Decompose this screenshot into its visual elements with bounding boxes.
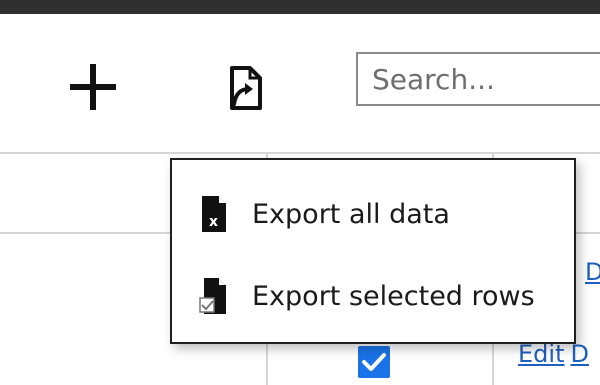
menu-item-label: Export selected rows xyxy=(252,280,535,312)
add-button[interactable] xyxy=(62,56,124,118)
export-button[interactable] xyxy=(218,62,272,116)
delete-link[interactable]: D xyxy=(570,340,588,368)
row-select-checkbox[interactable] xyxy=(358,346,390,378)
toolbar xyxy=(0,14,600,154)
checkmark-icon xyxy=(362,353,386,371)
table-header-top-border xyxy=(0,152,600,154)
svg-text:x: x xyxy=(209,214,218,230)
table-row: D xyxy=(585,258,600,286)
table-row: Edit D xyxy=(518,340,595,368)
export-selected-rows-item[interactable]: Export selected rows xyxy=(172,266,574,326)
edit-link[interactable]: Edit xyxy=(518,340,564,368)
export-file-icon xyxy=(230,66,262,110)
file-checked-icon xyxy=(199,278,226,314)
export-all-data-item[interactable]: x Export all data xyxy=(172,184,574,244)
search-input[interactable] xyxy=(356,52,600,106)
delete-link[interactable]: D xyxy=(585,258,600,286)
window-top-bar xyxy=(0,0,600,14)
excel-file-icon: x xyxy=(202,196,226,232)
export-menu: x Export all data Export selected rows xyxy=(170,158,576,344)
plus-icon xyxy=(70,64,116,110)
menu-item-label: Export all data xyxy=(252,198,450,230)
